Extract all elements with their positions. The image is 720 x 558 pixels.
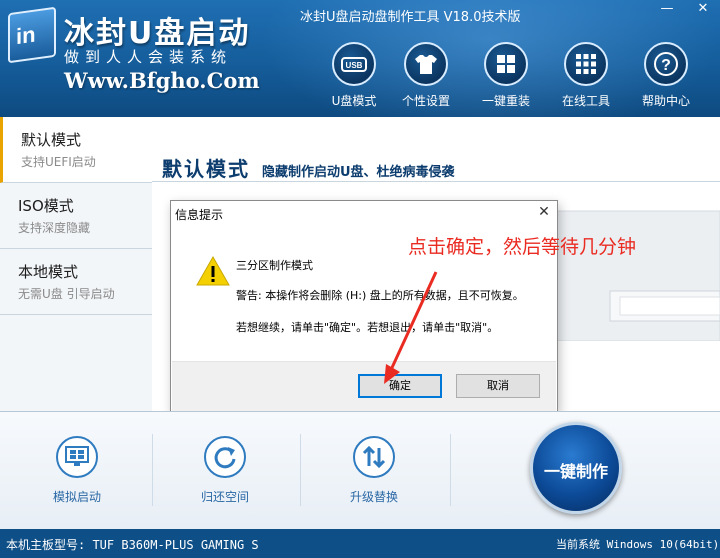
status-bar: 本机主板型号: TUF B360M-PLUS GAMING S 当前系统 Win… [0, 529, 720, 558]
current-system: 当前系统 Windows 10(64bit) [556, 538, 720, 551]
top-nav: USB U盘模式 个性设置 一键重装 在线工具 ? 帮助中心 [318, 42, 720, 112]
instruction-annotation: 点击确定，然后等待几分钟 [408, 236, 637, 258]
content-title: 默认模式 [162, 157, 250, 181]
swap-arrows-icon [353, 436, 395, 478]
nav-label: 帮助中心 [641, 94, 690, 108]
sidebar-item-title: ISO模式 [18, 197, 74, 215]
nav-online-tools[interactable]: 在线工具 [550, 42, 622, 112]
upgrade-replace-button[interactable]: 升级替换 [334, 436, 414, 505]
refresh-icon [204, 436, 246, 478]
question-icon: ? [644, 42, 688, 86]
close-button[interactable]: ✕ [686, 0, 720, 20]
dialog-title: 信息提示 [175, 208, 224, 222]
dialog-close-button[interactable]: ✕ [533, 203, 555, 221]
one-click-make-button[interactable]: 一键制作 [530, 422, 622, 514]
svg-text:?: ? [661, 57, 671, 74]
sidebar-item-subtitle: 支持UEFI启动 [21, 155, 96, 169]
tshirt-icon [404, 42, 448, 86]
sidebar-item-subtitle: 支持深度隐藏 [18, 221, 91, 235]
motherboard-model: 本机主板型号: TUF B360M-PLUS GAMING S [6, 538, 259, 552]
warning-icon [196, 255, 230, 286]
simulate-boot-button[interactable]: 模拟启动 [37, 436, 117, 505]
tool-label: 归还空间 [200, 490, 249, 504]
content-subtitle: 隐藏制作启动U盘、杜绝病毒侵袭 [262, 165, 455, 180]
usb-icon: USB [332, 42, 376, 86]
dialog-footer: 确定 取消 [172, 361, 556, 411]
toolbar-divider [152, 434, 153, 506]
nav-label: 个性设置 [401, 94, 450, 108]
grid-icon [564, 42, 608, 86]
toolbar-divider [450, 434, 451, 506]
brand-subtitle: 做到人人会装系统 [64, 48, 233, 66]
header: in 冰封U盘启动 做到人人会装系统 Www.Bfgho.Com 冰封U盘启动盘… [0, 0, 720, 117]
monitor-icon [56, 436, 98, 478]
window-title: 冰封U盘启动盘制作工具 V18.0技术版 [300, 10, 521, 25]
one-click-make-label: 一键制作 [543, 462, 608, 481]
nav-usb-mode[interactable]: USB U盘模式 [318, 42, 390, 112]
sidebar-item-subtitle: 无需U盘 引导启动 [18, 287, 115, 301]
nav-personal-settings[interactable]: 个性设置 [390, 42, 462, 112]
windows-icon [484, 42, 528, 86]
tool-label: 升级替换 [349, 490, 398, 504]
nav-label: 在线工具 [561, 94, 610, 108]
nav-one-click-reinstall[interactable]: 一键重装 [470, 42, 542, 112]
sidebar: 默认模式 支持UEFI启动 ISO模式 支持深度隐藏 本地模式 无需U盘 引导启… [0, 117, 152, 411]
toolbar-divider [300, 434, 301, 506]
brand-logo: in [8, 6, 56, 64]
sidebar-item-local-mode[interactable]: 本地模式 无需U盘 引导启动 [0, 249, 152, 315]
svg-text:USB: USB [346, 61, 363, 70]
dialog-message-instruction: 若想继续，请单击"确定"。若想退出，请单击"取消"。 [236, 321, 499, 334]
sidebar-item-title: 默认模式 [21, 131, 82, 149]
nav-help-center[interactable]: ? 帮助中心 [630, 42, 702, 112]
nav-label: U盘模式 [331, 94, 377, 108]
bottom-toolbar: 模拟启动 归还空间 升级替换 一键制作 [0, 411, 720, 529]
sidebar-item-default-mode[interactable]: 默认模式 支持UEFI启动 [0, 117, 152, 183]
brand-logo-text: in [16, 21, 36, 50]
restore-space-button[interactable]: 归还空间 [185, 436, 265, 505]
sidebar-item-title: 本地模式 [18, 263, 79, 281]
brand-url: Www.Bfgho.Com [64, 68, 260, 93]
annotation-arrow [384, 271, 438, 384]
tool-label: 模拟启动 [52, 490, 101, 504]
dialog-message-mode: 三分区制作模式 [236, 259, 313, 272]
minimize-button[interactable]: — [650, 0, 684, 20]
cancel-button[interactable]: 取消 [456, 374, 540, 398]
nav-label: 一键重装 [481, 94, 530, 108]
content-divider [152, 181, 720, 182]
sidebar-item-iso-mode[interactable]: ISO模式 支持深度隐藏 [0, 183, 152, 249]
